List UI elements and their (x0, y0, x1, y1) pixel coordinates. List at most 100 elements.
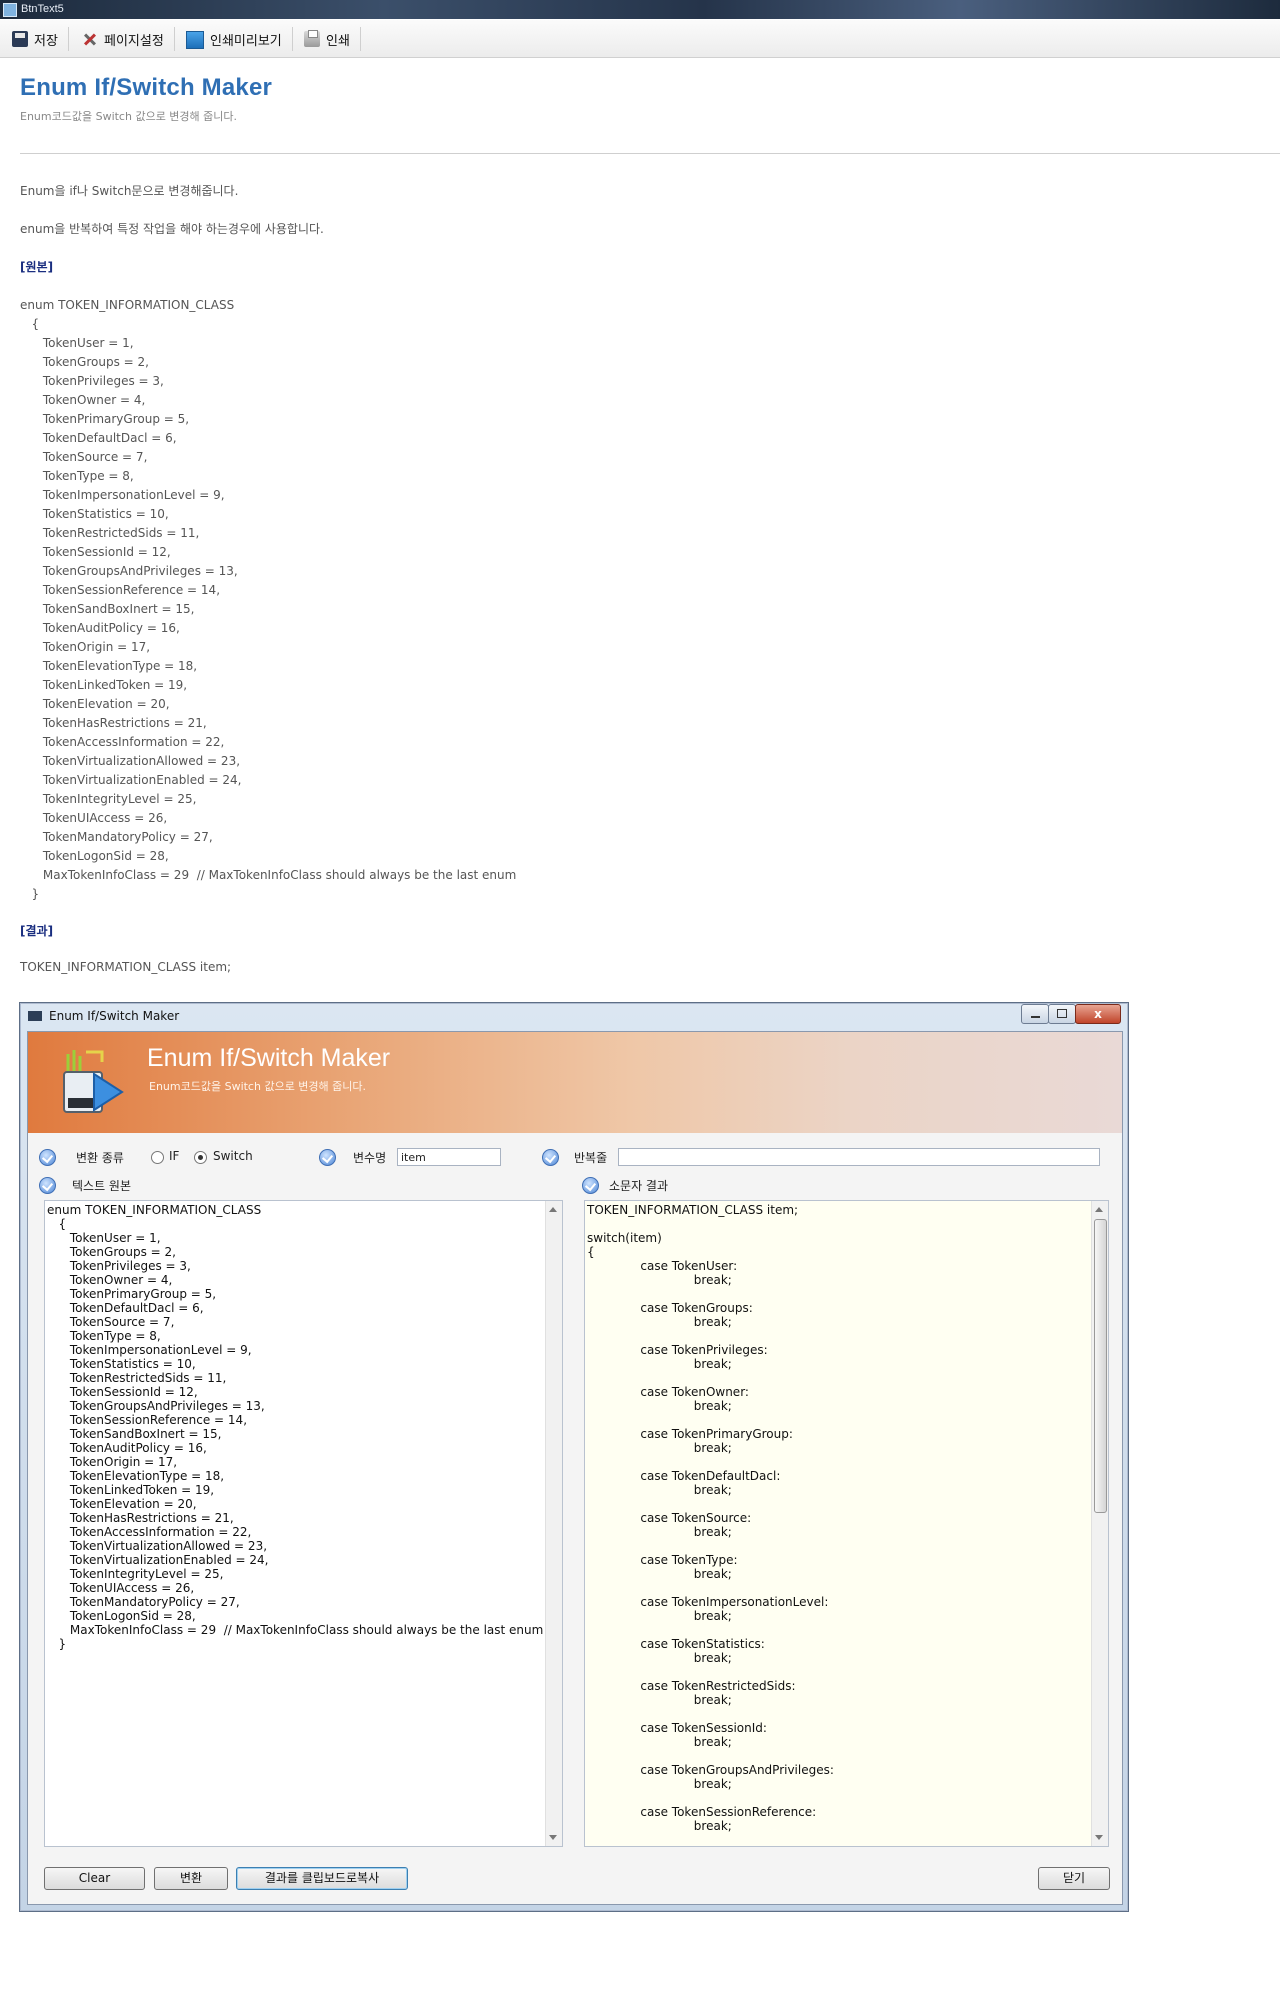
close-window-button[interactable]: x (1075, 1004, 1121, 1024)
source-line: TokenSandBoxInert = 15, (47, 1427, 222, 1441)
print-button[interactable]: 인쇄 (296, 27, 361, 51)
source-content: enum TOKEN_INFORMATION_CLASS { TokenUser… (47, 1203, 543, 1651)
intro-paragraph-1: Enum을 if나 Switch문으로 변경해줍니다. (20, 184, 239, 198)
scroll-thumb[interactable] (1094, 1219, 1107, 1513)
result-textarea[interactable]: TOKEN_INFORMATION_CLASS item; switch(item… (584, 1200, 1109, 1847)
code-line: TokenHasRestrictions = 21, (20, 716, 207, 730)
source-line: TokenRestrictedSids = 11, (47, 1371, 227, 1385)
minimize-icon (1030, 1016, 1040, 1018)
result-line (587, 1707, 834, 1721)
source-scrollbar[interactable] (545, 1201, 562, 1846)
window-titlebar: BtnText5 (0, 0, 1280, 19)
check-icon (319, 1149, 336, 1166)
check-icon (582, 1177, 599, 1194)
scroll-up-icon[interactable] (549, 1207, 557, 1212)
source-line: TokenUIAccess = 26, (47, 1581, 195, 1595)
code-line: TokenSandBoxInert = 15, (20, 602, 195, 616)
code-line: TokenIntegrityLevel = 25, (20, 792, 197, 806)
result-line: break; (587, 1735, 732, 1749)
radio-switch-label: Switch (213, 1149, 253, 1163)
code-line: enum TOKEN_INFORMATION_CLASS (20, 298, 235, 312)
result-line: case TokenImpersonationLevel: (587, 1595, 829, 1609)
var-name-input[interactable] (397, 1148, 501, 1166)
tools-icon (82, 31, 98, 47)
source-textarea[interactable]: enum TOKEN_INFORMATION_CLASS { TokenUser… (44, 1200, 563, 1847)
result-line (587, 1329, 834, 1343)
copy-to-clipboard-button[interactable]: 결과를 클립보드로복사 (236, 1867, 408, 1890)
result-line: break; (587, 1819, 732, 1833)
source-line: TokenPrimaryGroup = 5, (47, 1287, 217, 1301)
source-line: TokenSessionId = 12, (47, 1385, 198, 1399)
result-line (587, 1665, 834, 1679)
code-line: TokenImpersonationLevel = 9, (20, 488, 225, 502)
source-line: TokenImpersonationLevel = 9, (47, 1343, 252, 1357)
app-banner-subtitle: Enum코드값을 Switch 값으로 변경해 줍니다. (149, 1080, 367, 1093)
print-preview-button[interactable]: 인쇄미리보기 (178, 27, 293, 51)
source-line: } (47, 1637, 67, 1651)
app-icon (3, 3, 17, 17)
repeat-input[interactable] (618, 1148, 1100, 1166)
source-line: TokenOrigin = 17, (47, 1455, 178, 1469)
check-icon (542, 1149, 559, 1166)
app-window: Enum If/Switch Maker x Enum If/Switch Ma… (19, 1002, 1129, 1912)
source-line: TokenSessionReference = 14, (47, 1413, 248, 1427)
radio-if[interactable] (151, 1151, 164, 1164)
scroll-up-icon[interactable] (1095, 1207, 1103, 1212)
source-line: TokenLinkedToken = 19, (47, 1483, 215, 1497)
intro-paragraph-2: enum을 반복하여 특정 작업을 해야 하는경우에 사용합니다. (20, 222, 324, 236)
app-window-title: Enum If/Switch Maker (49, 1009, 180, 1023)
code-line: TokenAccessInformation = 22, (20, 735, 225, 749)
result-line: case TokenRestrictedSids: (587, 1679, 796, 1693)
code-line: TokenMandatoryPolicy = 27, (20, 830, 213, 844)
radio-switch[interactable] (194, 1151, 207, 1164)
clear-button[interactable]: Clear (44, 1867, 145, 1890)
convert-button[interactable]: 변환 (154, 1867, 228, 1890)
page-subtitle: Enum코드값을 Switch 값으로 변경해 줍니다. (20, 110, 238, 123)
maximize-button[interactable] (1048, 1004, 1076, 1024)
result-line: case TokenSessionReference: (587, 1805, 817, 1819)
result-line (587, 1287, 834, 1301)
result-line (587, 1791, 834, 1805)
code-line: TokenVirtualizationAllowed = 23, (20, 754, 241, 768)
check-icon (39, 1149, 56, 1166)
minimize-button[interactable] (1021, 1004, 1049, 1024)
result-line: break; (587, 1441, 732, 1455)
source-line: TokenStatistics = 10, (47, 1357, 196, 1371)
result-line: case TokenGroupsAndPrivileges: (587, 1763, 834, 1777)
result-line: case TokenGroups: (587, 1301, 753, 1315)
section-result-label: [결과] (20, 924, 54, 938)
result-line: case TokenPrimaryGroup: (587, 1427, 793, 1441)
result-line: case TokenPrivileges: (587, 1343, 768, 1357)
result-line: break; (587, 1483, 732, 1497)
code-line: TokenSource = 7, (20, 450, 148, 464)
result-line (587, 1581, 834, 1595)
source-label: 텍스트 원본 (72, 1179, 132, 1193)
result-line (587, 1497, 834, 1511)
window-title: BtnText5 (21, 3, 64, 15)
result-line: case TokenOwner: (587, 1385, 749, 1399)
close-button[interactable]: 닫기 (1038, 1867, 1110, 1890)
result-line: break; (587, 1399, 732, 1413)
source-line: enum TOKEN_INFORMATION_CLASS (47, 1203, 262, 1217)
result-line: break; (587, 1273, 732, 1287)
source-line: TokenHasRestrictions = 21, (47, 1511, 234, 1525)
source-line: TokenMandatoryPolicy = 27, (47, 1595, 240, 1609)
save-button[interactable]: 저장 (4, 27, 69, 51)
toolbar: 저장 페이지설정 인쇄미리보기 인쇄 (0, 20, 1280, 58)
code-line: MaxTokenInfoClass = 29 // MaxTokenInfoCl… (20, 868, 517, 882)
code-line: TokenStatistics = 10, (20, 507, 169, 521)
result-line: break; (587, 1651, 732, 1665)
source-line: { (47, 1217, 67, 1231)
code-line: TokenAuditPolicy = 16, (20, 621, 180, 635)
result-scrollbar[interactable] (1091, 1201, 1108, 1846)
code-line: TokenPrivileges = 3, (20, 374, 164, 388)
page-setup-button[interactable]: 페이지설정 (74, 27, 175, 51)
source-line: TokenIntegrityLevel = 25, (47, 1567, 224, 1581)
convert-type-label: 변환 종류 (76, 1151, 124, 1165)
result-line: { (587, 1245, 595, 1259)
code-line: TokenPrimaryGroup = 5, (20, 412, 190, 426)
scroll-down-icon[interactable] (1095, 1835, 1103, 1840)
scroll-down-icon[interactable] (549, 1835, 557, 1840)
code-line: TokenOwner = 4, (20, 393, 146, 407)
result-label: 소문자 결과 (609, 1179, 669, 1193)
